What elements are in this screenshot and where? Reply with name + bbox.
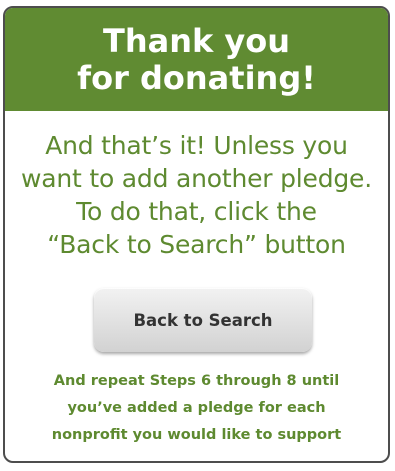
back-to-search-button[interactable]: Back to Search (94, 288, 312, 352)
card-header: Thank you for donating! (5, 8, 388, 111)
header-title-line-2: for donating! (77, 58, 316, 97)
repeat-steps-note: And repeat Steps 6 through 8 until you’v… (5, 368, 388, 449)
instruction-line-2: want to add another pledge. (21, 164, 372, 193)
header-title-line-1: Thank you (102, 21, 291, 60)
instruction-line-3: To do that, click the (76, 197, 317, 226)
instruction-line-1: And that’s it! Unless you (45, 131, 348, 160)
back-to-search-label: Back to Search (133, 310, 273, 330)
instruction-line-4: “Back to Search” button (47, 230, 346, 259)
thank-you-card: Thank you for donating! And that’s it! U… (3, 6, 390, 463)
instruction-text: And that’s it! Unless you want to add an… (5, 129, 388, 261)
note-line-3: nonprofit you would like to support (51, 427, 342, 443)
note-line-1: And repeat Steps 6 through 8 until (53, 373, 340, 389)
note-line-2: you’ve added a pledge for each (67, 400, 326, 416)
